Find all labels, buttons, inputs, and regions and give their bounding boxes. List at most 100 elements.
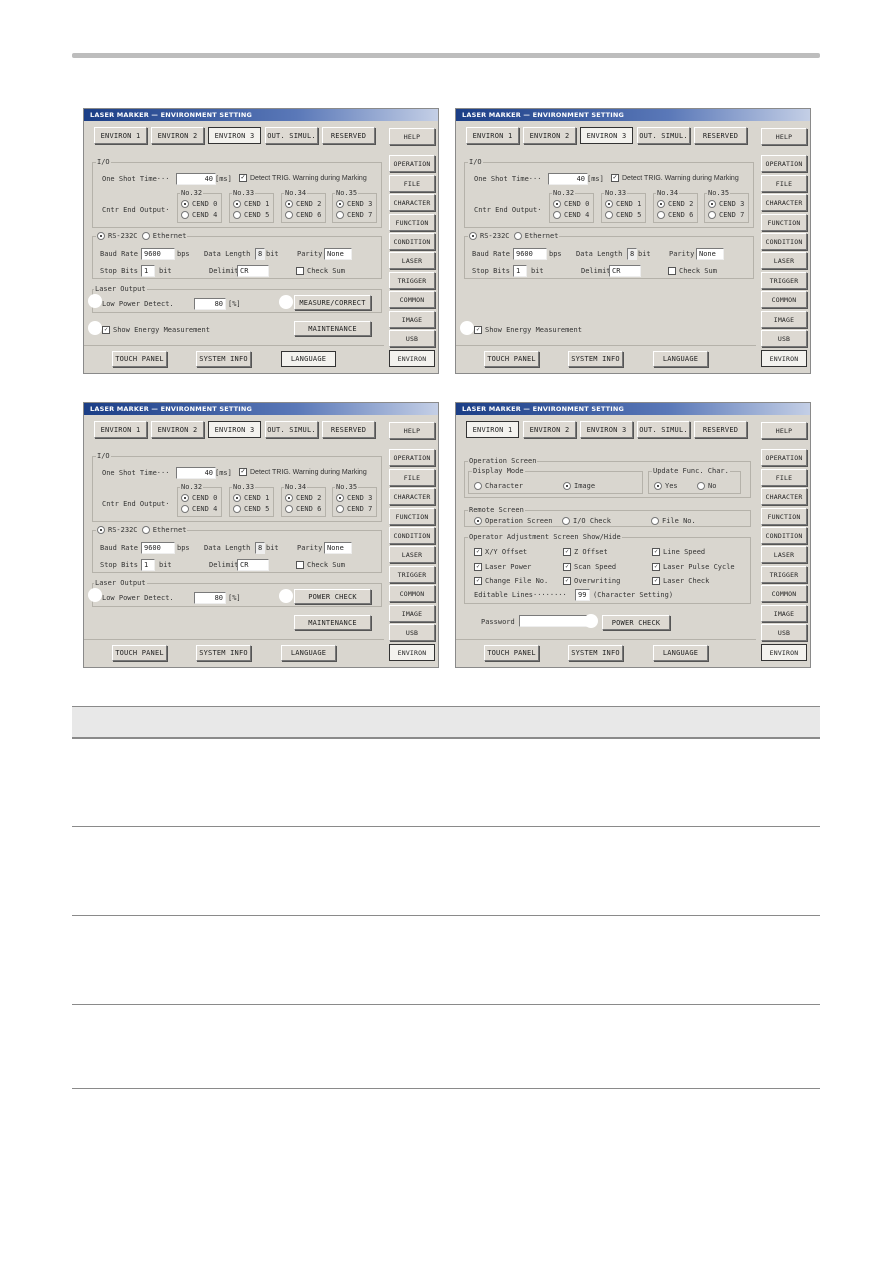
side-button-1[interactable]: OPERATION [761,449,807,466]
bottom-button-0[interactable]: TOUCH PANEL [112,645,167,661]
cend-radio[interactable]: CEND 4 [181,504,217,514]
measure-correct-button[interactable]: MEASURE/CORRECT [294,295,371,310]
ethernet-radio[interactable]: Ethernet [141,232,186,240]
cend-radio[interactable]: CEND 7 [336,210,372,220]
radio-icon[interactable] [285,200,293,208]
checkbox-icon[interactable] [668,267,676,275]
radio-icon[interactable] [657,200,665,208]
side-button-7[interactable]: TRIGGER [389,272,435,289]
operator-checkbox-8[interactable]: ✓ Laser Check [652,576,709,586]
radio-icon[interactable] [651,517,659,525]
one-shot-input[interactable]: 40 [176,173,216,185]
stop-bits-input[interactable]: 1 [513,265,527,277]
cend-radio[interactable]: CEND 2 [285,493,321,503]
cend-radio[interactable]: CEND 5 [233,210,269,220]
radio-icon[interactable] [233,211,241,219]
side-button-9[interactable]: IMAGE [761,311,807,328]
tab-1[interactable]: ENVIRON 1 [94,127,147,144]
display-character-radio[interactable]: Character [474,481,523,491]
maintenance-button[interactable]: MAINTENANCE [294,321,371,336]
radio-icon[interactable] [513,232,522,240]
cend-radio[interactable]: CEND 0 [181,199,217,209]
side-button-1[interactable]: OPERATION [389,155,435,172]
bottom-button-0[interactable]: TOUCH PANEL [484,351,539,367]
cend-radio[interactable]: CEND 7 [708,210,744,220]
side-button-4[interactable]: FUNCTION [389,214,435,231]
radio-icon[interactable] [97,526,105,534]
bottom-button-2[interactable]: LANGUAGE [653,351,708,367]
side-button-9[interactable]: IMAGE [761,605,807,622]
cend-radio[interactable]: CEND 6 [657,210,693,220]
checkbox-icon[interactable]: ✓ [652,548,660,556]
radio-icon[interactable] [336,211,344,219]
radio-icon[interactable] [97,232,105,240]
detect-trig-checkbox[interactable]: ✓ Detect TRIG. Warning during Marking [611,174,739,184]
low-power-input[interactable]: 80 [194,592,226,604]
side-button-8[interactable]: COMMON [761,585,807,602]
check-sum-checkbox[interactable]: Check Sum [668,266,717,276]
one-shot-input[interactable]: 40 [176,467,216,479]
radio-icon[interactable] [336,200,344,208]
cend-radio[interactable]: CEND 0 [553,199,589,209]
checkbox-icon[interactable]: ✓ [474,326,482,334]
cend-radio[interactable]: CEND 6 [285,210,321,220]
side-button-11[interactable]: ENVIRON [389,644,435,661]
tab-4[interactable]: OUT. SIMUL. [265,127,318,144]
cend-radio[interactable]: CEND 6 [285,504,321,514]
baud-rate-input[interactable]: 9600 [141,248,175,260]
display-image-radio[interactable]: Image [563,481,595,491]
side-button-2[interactable]: FILE [761,175,807,192]
password-input[interactable] [519,615,589,627]
tab-3[interactable]: ENVIRON 3 [208,127,261,144]
power-check-button[interactable]: POWER CHECK [602,615,670,630]
checkbox-icon[interactable]: ✓ [474,548,482,556]
tab-2[interactable]: ENVIRON 2 [151,421,204,438]
operator-checkbox-5[interactable]: ✓ Laser Pulse Cycle [652,562,735,572]
editable-lines-input[interactable]: 99 [575,589,590,601]
side-button-4[interactable]: FUNCTION [761,508,807,525]
tab-2[interactable]: ENVIRON 2 [523,421,576,438]
delimit-input[interactable]: CR [237,559,269,571]
radio-icon[interactable] [553,211,561,219]
side-button-0[interactable]: HELP [389,128,435,145]
side-button-2[interactable]: FILE [389,175,435,192]
stop-bits-input[interactable]: 1 [141,559,155,571]
radio-icon[interactable] [181,211,189,219]
remote-operation-radio[interactable]: Operation Screen [474,516,552,526]
radio-icon[interactable] [697,482,705,490]
radio-icon[interactable] [605,200,613,208]
checkbox-icon[interactable]: ✓ [611,174,619,183]
checkbox-icon[interactable]: ✓ [652,563,660,571]
cend-radio[interactable]: CEND 5 [605,210,641,220]
side-button-2[interactable]: FILE [389,469,435,486]
tab-3[interactable]: ENVIRON 3 [208,421,261,438]
baud-rate-input[interactable]: 9600 [141,542,175,554]
operator-checkbox-6[interactable]: ✓ Change File No. [474,576,548,586]
radio-icon[interactable] [553,200,561,208]
side-button-7[interactable]: TRIGGER [761,272,807,289]
side-button-10[interactable]: USB [761,330,807,347]
radio-icon[interactable] [657,211,665,219]
tab-3[interactable]: ENVIRON 3 [580,421,633,438]
radio-icon[interactable] [233,505,241,513]
radio-icon[interactable] [233,200,241,208]
tab-1[interactable]: ENVIRON 1 [466,421,519,438]
side-button-0[interactable]: HELP [761,422,807,439]
operator-checkbox-1[interactable]: ✓ Z Offset [563,547,608,557]
parity-input[interactable]: None [696,248,724,260]
tab-1[interactable]: ENVIRON 1 [466,127,519,144]
maintenance-button[interactable]: MAINTENANCE [294,615,371,630]
cend-radio[interactable]: CEND 4 [181,210,217,220]
bottom-button-2[interactable]: LANGUAGE [281,645,336,661]
checkbox-icon[interactable]: ✓ [563,563,571,571]
show-energy-checkbox[interactable]: ✓ Show Energy Measurement [474,325,582,335]
side-button-1[interactable]: OPERATION [389,449,435,466]
check-sum-checkbox[interactable]: Check Sum [296,560,345,570]
cend-radio[interactable]: CEND 0 [181,493,217,503]
side-button-10[interactable]: USB [389,624,435,641]
side-button-0[interactable]: HELP [761,128,807,145]
side-button-0[interactable]: HELP [389,422,435,439]
tab-5[interactable]: RESERVED [322,127,375,144]
radio-icon[interactable] [181,494,189,502]
operator-checkbox-3[interactable]: ✓ Laser Power [474,562,531,572]
